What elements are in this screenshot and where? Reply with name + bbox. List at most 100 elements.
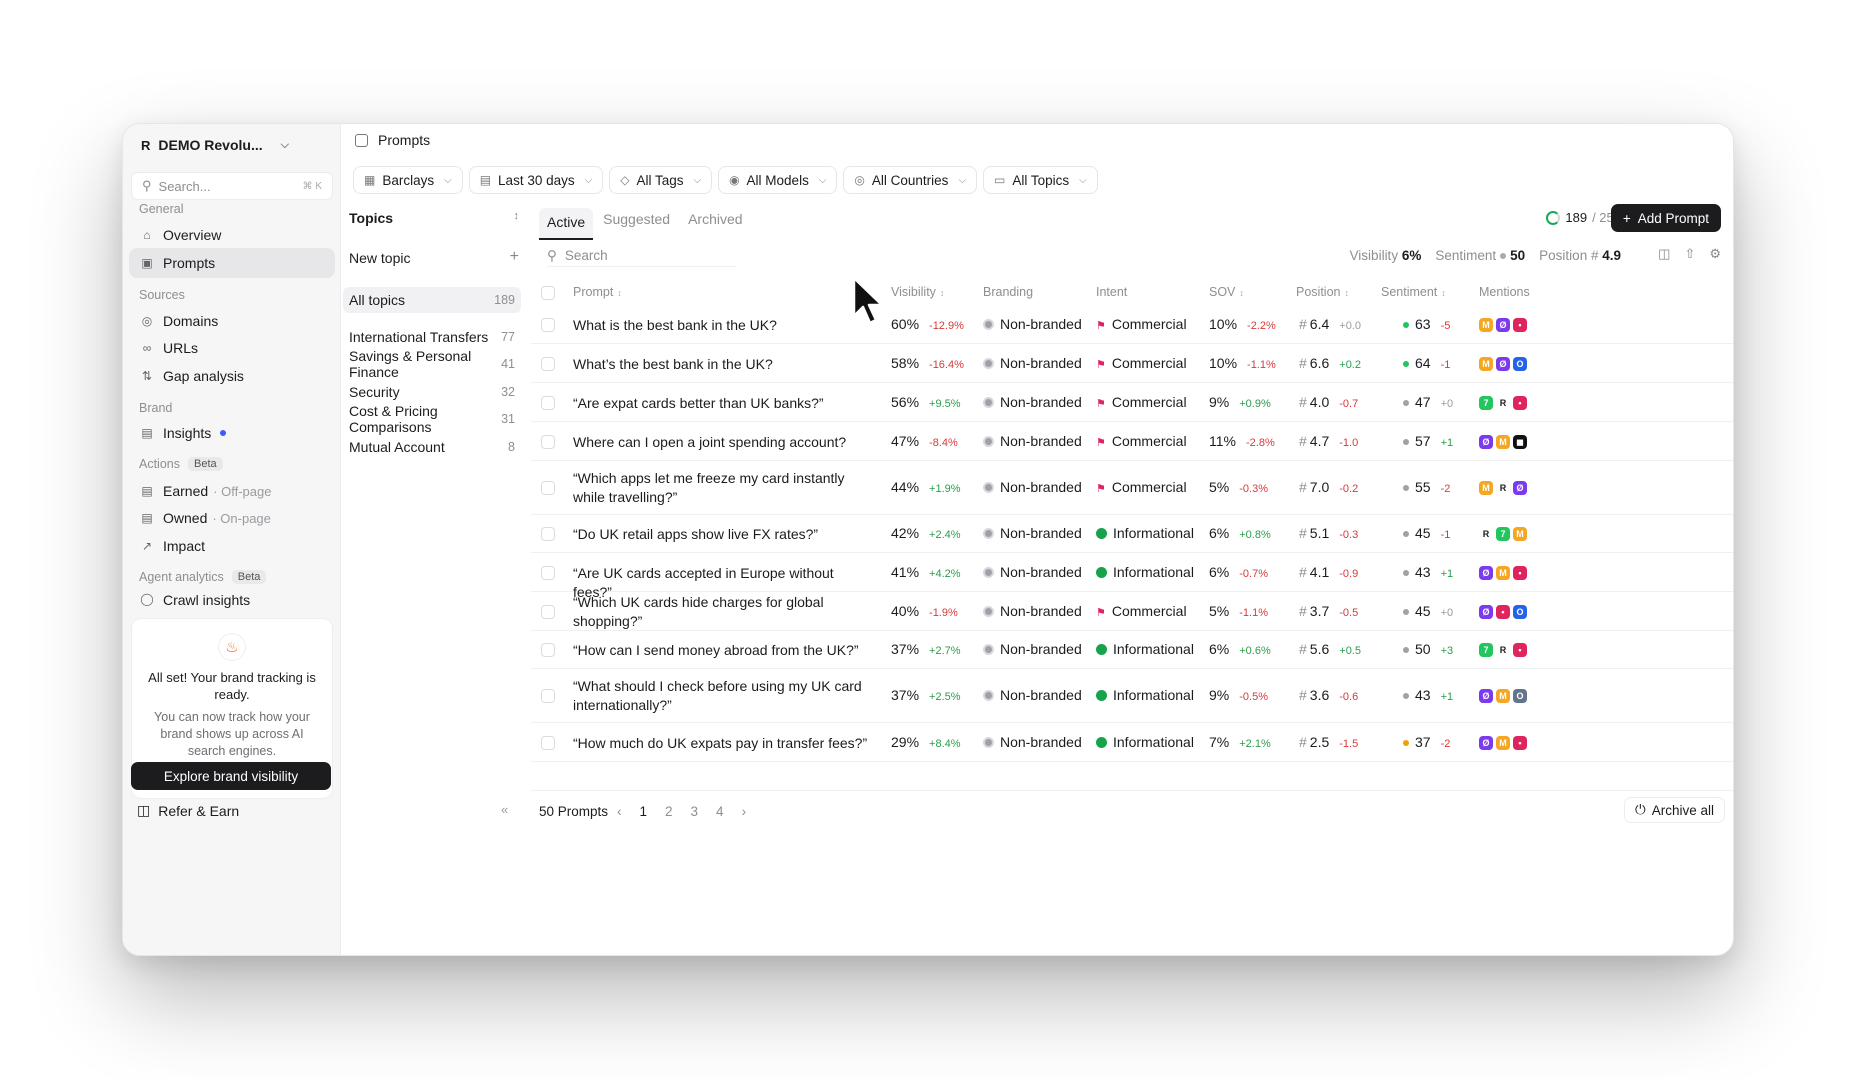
prompt-text[interactable]: “How much do UK expats pay in transfer f… [573,734,868,753]
table-row[interactable]: “How much do UK expats pay in transfer f… [531,723,1733,762]
filter-tags[interactable]: ◇ All Tags ⌵ [609,166,713,194]
visibility-value: 44% [891,479,920,495]
row-checkbox[interactable] [541,481,555,495]
visibility-cell: 42% +2.4% [891,525,961,541]
refer-earn-link[interactable]: ◫ Refer & Earn [137,802,239,819]
topic-item[interactable]: Security 32 [343,379,521,405]
filter-countries[interactable]: ◎ All Countries ⌵ [843,166,978,194]
page-2[interactable]: 2 [665,804,673,819]
sidebar-item-urls[interactable]: ∞ URLs [129,333,335,363]
row-checkbox[interactable] [541,566,555,580]
mention-logo-icon: M [1496,736,1510,750]
chevron-down-icon: ⌵ [1079,174,1087,186]
topic-item[interactable]: Savings & Personal Finance 41 [343,348,521,380]
position-value: 4.1 [1309,564,1330,580]
next-page-icon[interactable]: › [742,804,747,819]
sidebar-item-prompts[interactable]: ▣ Prompts [129,248,335,278]
col-prompt[interactable]: Prompt ↕ [573,285,622,299]
add-prompt-button[interactable]: + Add Prompt [1610,204,1721,232]
sidebar-item-owned[interactable]: ▤ Owned · On-page [129,503,335,533]
row-checkbox[interactable] [541,736,555,750]
sidebar-item-overview[interactable]: ⌂ Overview [129,220,335,250]
sidebar-item-insights[interactable]: ▤ Insights [129,418,335,448]
col-visibility[interactable]: Visibility ↕ [891,285,944,299]
topic-item-all[interactable]: All topics 189 [343,287,521,313]
position-cell: #6.4 +0.0 [1299,316,1361,332]
document-icon: ▤ [141,511,153,525]
table-row[interactable]: “Which UK cards hide charges for global … [531,592,1733,631]
export-icon[interactable]: ⇧ [1684,246,1695,262]
intent-value: Informational [1113,525,1194,541]
row-checkbox[interactable] [541,527,555,541]
sidebar-item-earned[interactable]: ▤ Earned · Off-page [129,476,335,506]
settings-icon[interactable]: ⚙ [1709,246,1721,262]
archive-all-button[interactable]: ⏻ Archive all [1624,797,1725,823]
table-row[interactable]: What’s the best bank in the UK? 58% -16.4… [531,345,1733,383]
sidebar-item-impact[interactable]: ↗ Impact [129,531,335,561]
new-topic-button[interactable]: New topic + [349,249,519,267]
table-row[interactable]: “Are expat cards better than UK banks?” … [531,383,1733,422]
branding-value: Non-branded [1000,394,1082,410]
table-row[interactable]: “Which apps let me freeze my card instan… [531,461,1733,515]
mention-logo-icon: O [1513,357,1527,371]
col-sentiment[interactable]: Sentiment ↕ [1381,285,1446,299]
filter-date[interactable]: ▤ Last 30 days ⌵ [468,166,604,194]
sidebar-item-crawl-insights[interactable]: ◯ Crawl insights [129,590,335,608]
table-search-input[interactable]: ⚲ Search [547,245,737,267]
beta-badge: Beta [231,570,267,584]
table-row[interactable]: “Are UK cards accepted in Europe without… [531,553,1733,600]
prev-page-icon[interactable]: ‹ [617,804,622,819]
mention-logo-icon: M [1496,566,1510,580]
prompt-text[interactable]: “How can I send money abroad from the UK… [573,641,868,660]
table-row[interactable]: Where can I open a joint spending accoun… [531,422,1733,461]
col-sov[interactable]: SOV ↕ [1209,285,1244,299]
sidebar-toggle-icon[interactable] [355,133,368,147]
page-1[interactable]: 1 [640,804,648,819]
sidebar-item-domains[interactable]: ◎ Domains [129,306,335,336]
row-checkbox[interactable] [541,318,555,332]
sidebar-search-input[interactable]: ⚲ Search... ⌘ K [131,172,333,200]
prompt-text[interactable]: Where can I open a joint spending accoun… [573,433,868,452]
prompt-text[interactable]: “Are expat cards better than UK banks?” [573,394,868,413]
prompt-text[interactable]: “Which UK cards hide charges for global … [573,593,868,631]
tab-archived[interactable]: Archived [680,208,750,240]
sidebar-item-gap-analysis[interactable]: ⇅ Gap analysis [129,361,335,391]
filter-models[interactable]: ◉ All Models ⌵ [718,166,838,194]
prompt-text[interactable]: “Which apps let me freeze my card instan… [573,469,868,507]
page-3[interactable]: 3 [691,804,699,819]
branding-value: Non-branded [1000,734,1082,750]
mentions-cell: 7 R • [1479,396,1527,410]
tab-active[interactable]: Active [539,208,594,240]
page-4[interactable]: 4 [716,804,724,819]
prompt-text[interactable]: “Do UK retail apps show live FX rates?” [573,525,868,544]
workspace-switcher[interactable]: R DEMO Revolu... ⌵ [141,134,289,156]
row-checkbox[interactable] [541,605,555,619]
row-checkbox[interactable] [541,435,555,449]
table-row[interactable]: What is the best bank in the UK? 60% -12.… [531,305,1733,344]
col-position[interactable]: Position ↕ [1296,285,1349,299]
topics-header[interactable]: Topics ↕ [349,210,519,226]
row-checkbox[interactable] [541,396,555,410]
table-row[interactable]: “Do UK retail apps show live FX rates?” … [531,515,1733,553]
prompt-text[interactable]: “What should I check before using my UK … [573,677,868,715]
filter-brand[interactable]: ▦ Barclays ⌵ [353,166,463,194]
collapse-panel-icon[interactable]: « [501,802,508,817]
row-checkbox[interactable] [541,689,555,703]
prompt-text[interactable]: What is the best bank in the UK? [573,316,868,335]
explore-brand-visibility-button[interactable]: Explore brand visibility [131,762,331,790]
select-all-checkbox[interactable] [541,286,555,300]
table-row[interactable]: “What should I check before using my UK … [531,669,1733,723]
topic-item[interactable]: Mutual Account 8 [343,434,521,460]
mentions-cell: 7 R • [1479,643,1527,657]
progress-ring-icon [1546,210,1561,225]
filter-topics[interactable]: ▭ All Topics ⌵ [983,166,1098,194]
prompt-text[interactable]: What’s the best bank in the UK? [573,355,868,374]
tab-suggested[interactable]: Suggested [595,208,678,240]
topic-item[interactable]: International Transfers 77 [343,324,521,350]
table-row[interactable]: “How can I send money abroad from the UK… [531,631,1733,669]
row-checkbox[interactable] [541,643,555,657]
topic-item[interactable]: Cost & Pricing Comparisons 31 [343,403,521,435]
row-checkbox[interactable] [541,357,555,371]
sentiment-delta: +1 [1440,568,1454,580]
columns-icon[interactable]: ◫ [1658,246,1670,262]
